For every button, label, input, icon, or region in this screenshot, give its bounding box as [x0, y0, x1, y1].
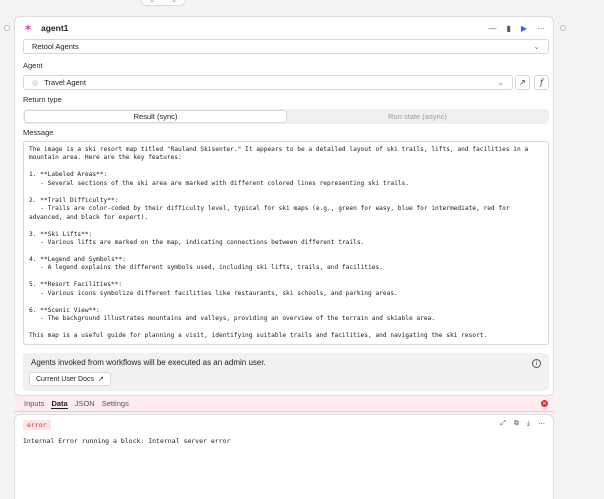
external-link-icon: ↗: [519, 78, 526, 87]
copy-icon[interactable]: ⧉: [514, 420, 519, 428]
admin-notice: Agents invoked from workflows will be ex…: [23, 353, 549, 391]
agent-label: Agent: [23, 61, 43, 70]
minimize-icon[interactable]: —: [488, 24, 496, 33]
output-actions: ⤢ ⧉ ⤓ ⋯: [500, 420, 545, 428]
message-label: Message: [23, 128, 54, 137]
agent-logo-icon: ✶: [23, 21, 34, 35]
function-icon: f: [540, 78, 543, 87]
download-icon[interactable]: ⤓: [527, 420, 530, 428]
block-title[interactable]: agent1: [41, 23, 68, 33]
admin-notice-text: Agents invoked from workflows will be ex…: [31, 358, 266, 367]
previous-block-stub: ⌄ ⌄: [140, 0, 186, 6]
chevron-down-icon: ⌄: [497, 78, 504, 87]
open-agent-button[interactable]: ↗: [515, 75, 530, 90]
agent-select-value: Travel Agent: [44, 78, 86, 87]
output-panel: error ⤢ ⧉ ⤓ ⋯ Internal Error running a b…: [14, 414, 554, 499]
error-badge: error: [23, 420, 51, 430]
connector-dot-right[interactable]: [560, 25, 566, 31]
external-link-icon: ↗: [97, 376, 104, 383]
more-options-icon[interactable]: ⋯: [538, 420, 545, 428]
error-message: Internal Error running a block: Internal…: [23, 437, 231, 445]
more-options-icon[interactable]: ···: [537, 24, 545, 33]
tab-data[interactable]: Data: [51, 399, 68, 409]
run-icon[interactable]: ▶: [521, 24, 527, 33]
agent-status-icon: ◎: [32, 79, 39, 87]
chevron-down-icon: ⌄: [533, 42, 540, 51]
tab-json[interactable]: JSON: [75, 399, 95, 408]
header-actions: — ▮ ▶ ···: [488, 24, 545, 33]
agent-select[interactable]: ◎ Travel Agent ⌄: [23, 75, 513, 90]
resource-select[interactable]: Retool Agents ⌄: [23, 39, 549, 54]
function-button[interactable]: f: [534, 75, 549, 90]
error-status-icon: ✕: [541, 400, 548, 407]
info-icon[interactable]: i: [532, 359, 541, 368]
panel-toggle-icon[interactable]: ▮: [506, 24, 510, 33]
panel-header: ✶ agent1 — ▮ ▶ ···: [15, 17, 553, 39]
return-type-toggle: Result (sync) Run state (async): [23, 109, 549, 124]
return-type-async-option[interactable]: Run state (async): [287, 110, 548, 123]
return-type-sync-option[interactable]: Result (sync): [24, 110, 287, 123]
current-user-docs-label: Current User Docs: [36, 375, 94, 383]
resource-select-value: Retool Agents: [32, 42, 79, 51]
tab-settings[interactable]: Settings: [102, 399, 129, 408]
stub-icon-1: ⌄: [149, 0, 155, 4]
tab-inputs[interactable]: Inputs: [24, 399, 44, 408]
return-type-label: Return type: [23, 95, 62, 104]
connector-dot-left[interactable]: [4, 25, 10, 31]
agent-block-panel: ✶ agent1 — ▮ ▶ ··· Retool Agents ⌄ Agent…: [14, 16, 554, 396]
stub-icon-2: ⌄: [171, 0, 177, 4]
current-user-docs-button[interactable]: Current User Docs ↗: [29, 372, 111, 386]
output-tabs: Inputs Data JSON Settings ✕: [14, 396, 554, 412]
expand-icon[interactable]: ⤢: [500, 420, 506, 428]
message-textarea[interactable]: The image is a ski resort map titled "Ra…: [23, 141, 549, 345]
